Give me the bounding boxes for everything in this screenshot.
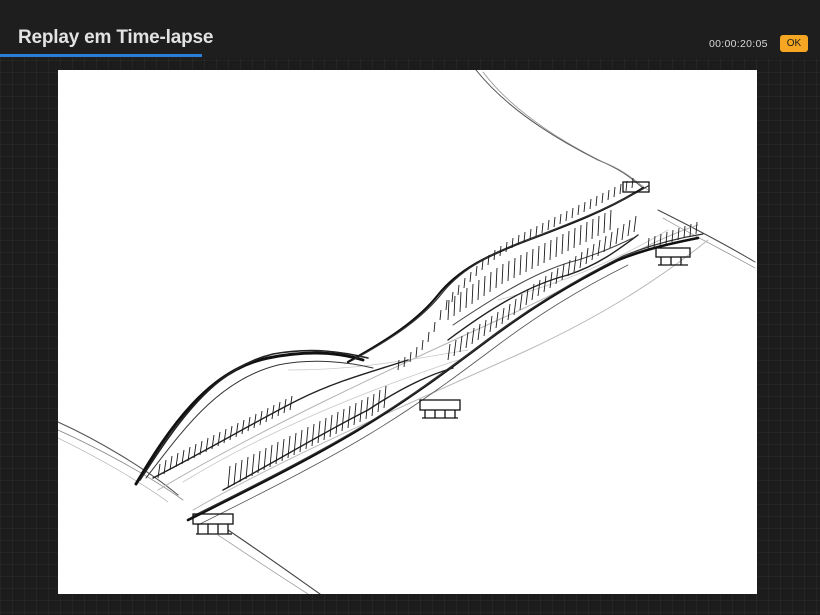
drawing-canvas [58,70,757,594]
elapsed-time: 00:00:20:05 [709,38,768,50]
page-title: Replay em Time-lapse [18,27,214,48]
title-underline [0,54,202,57]
top-bar: Replay em Time-lapse 00:00:20:05 OK [0,0,820,58]
ok-button[interactable]: OK [780,35,808,52]
bridge-sketch [58,70,756,594]
